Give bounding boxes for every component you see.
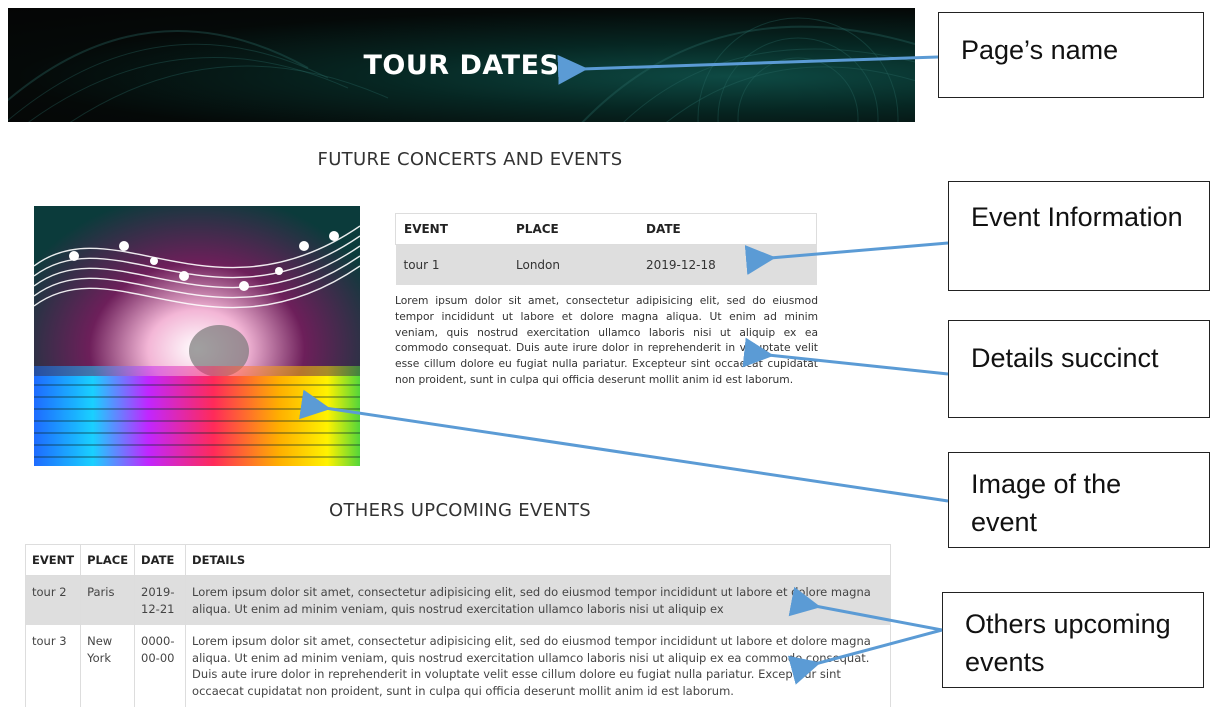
table-row: tour 3 New York 0000-00-00 Lorem ipsum d… [25, 625, 891, 707]
details-cell: Lorem ipsum dolor sit amet, consectetur … [185, 625, 891, 707]
others-events-heading: OTHERS UPCOMING EVENTS [328, 500, 591, 521]
column-header-details: DETAILS [185, 544, 891, 576]
table-row: tour 2 Paris 2019-12-21 Lorem ipsum dolo… [25, 575, 891, 625]
event-cell: tour 2 [32, 585, 67, 599]
column-header-date: DATE [134, 544, 186, 576]
future-event-table: EVENT PLACE DATE tour 1 London 2019-12-1… [395, 213, 817, 285]
date-cell: 2019-12-18 [646, 257, 716, 272]
date-cell: 0000-00-00 [134, 625, 186, 707]
arrow-image [299, 389, 949, 503]
column-header-date: DATE [638, 213, 817, 245]
future-events-heading: FUTURE CONCERTS AND EVENTS [317, 149, 623, 170]
column-header-place: PLACE [508, 213, 638, 245]
event-cell: tour 1 [403, 257, 440, 272]
event-details-text: Lorem ipsum dolor sit amet, consectetur … [395, 294, 818, 386]
others-events-table: EVENT PLACE DATE DETAILS tour 2 Paris 20… [25, 544, 891, 707]
annotation-others-upcoming: Others upcoming events [942, 592, 1204, 688]
annotation-event-information: Event Information [948, 181, 1210, 291]
event-image [34, 206, 360, 466]
place-cell: New York [80, 625, 135, 707]
column-header-event: EVENT [25, 544, 81, 576]
column-header-event: EVENT [395, 213, 508, 245]
annotation-image-of-event: Image of the event [948, 452, 1210, 548]
date-cell: 2019-12-21 [134, 575, 186, 625]
place-cell: Paris [80, 575, 135, 625]
page-title: TOUR DATES [363, 49, 560, 81]
column-header-place: PLACE [80, 544, 135, 576]
details-cell: Lorem ipsum dolor sit amet, consectetur … [185, 575, 891, 625]
event-cell: tour 3 [32, 634, 67, 648]
table-row: tour 1 London 2019-12-18 [395, 244, 817, 285]
annotation-details-succinct: Details succinct [948, 320, 1210, 418]
header-banner: TOUR DATES [8, 8, 915, 122]
annotation-page-name: Page’s name [938, 12, 1204, 98]
place-cell: London [516, 257, 560, 272]
